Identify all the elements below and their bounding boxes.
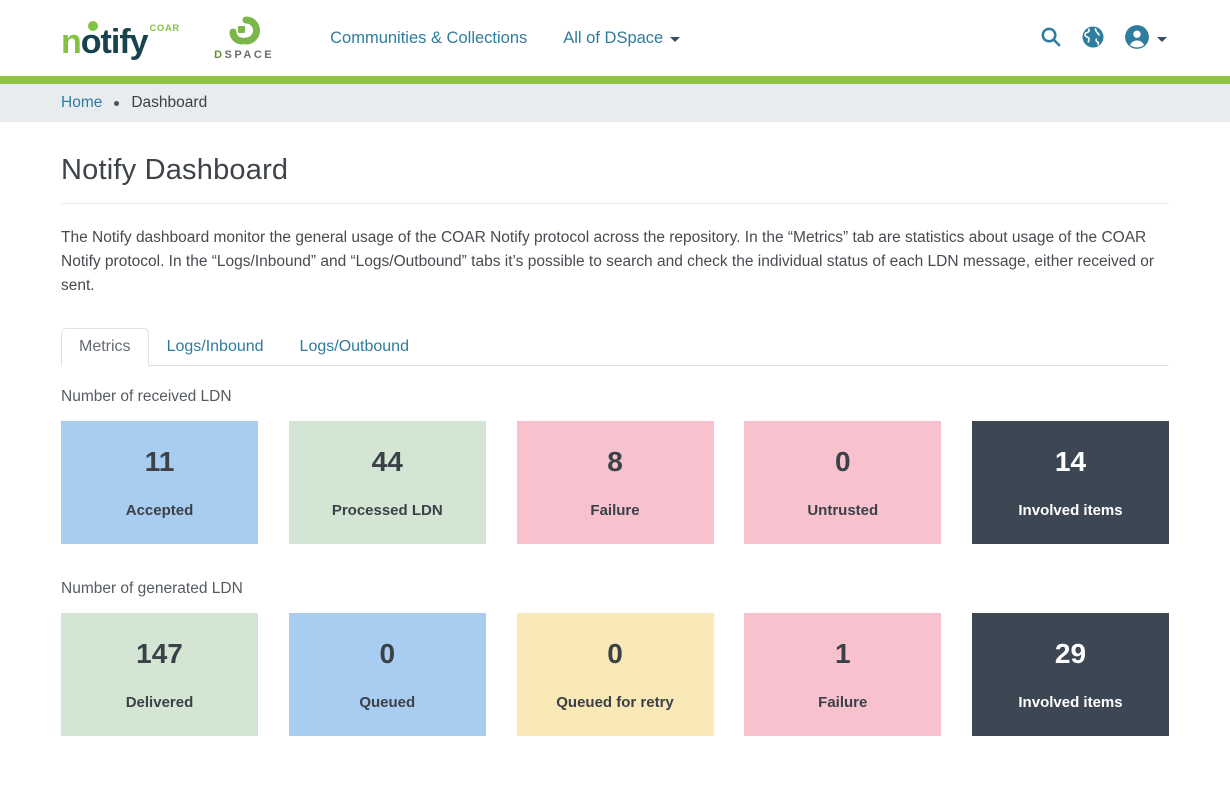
breadcrumb-home[interactable]: Home <box>61 94 102 112</box>
breadcrumb-separator <box>114 101 119 106</box>
metric-label: Queued <box>359 694 415 711</box>
page-title: Notify Dashboard <box>61 154 1169 187</box>
breadcrumb: Home Dashboard <box>0 84 1230 122</box>
user-menu-button[interactable] <box>1122 22 1169 55</box>
metric-card[interactable]: 44 Processed LDN <box>289 421 486 544</box>
accent-divider <box>0 76 1230 84</box>
metric-section: Number of generated LDN 147 Delivered 0 Queu… <box>61 580 1169 736</box>
tab-logs-inbound[interactable]: Logs/Inbound <box>149 328 282 366</box>
metric-card[interactable]: 147 Delivered <box>61 613 258 736</box>
metric-value: 8 <box>607 446 623 478</box>
metric-value: 0 <box>607 638 623 670</box>
metric-label: Untrusted <box>807 502 878 519</box>
metric-card[interactable]: 29 Involved items <box>972 613 1169 736</box>
metric-value: 44 <box>372 446 403 478</box>
chevron-down-icon <box>1157 37 1167 42</box>
dspace-logo[interactable]: DSPACE <box>214 16 274 61</box>
metric-value: 29 <box>1055 638 1086 670</box>
metric-card[interactable]: 1 Failure <box>744 613 941 736</box>
title-divider <box>61 203 1169 204</box>
nav-communities-collections[interactable]: Communities & Collections <box>330 29 527 48</box>
metric-label: Involved items <box>1018 502 1122 519</box>
metric-value: 11 <box>145 446 175 478</box>
metric-value: 1 <box>835 638 851 670</box>
section-heading: Number of generated LDN <box>61 580 1169 598</box>
metric-card[interactable]: 11 Accepted <box>61 421 258 544</box>
notify-coar-logo[interactable]: notify COAR <box>61 17 180 59</box>
user-icon <box>1124 24 1150 53</box>
breadcrumb-current: Dashboard <box>131 94 207 112</box>
notify-logo-n: n <box>61 23 81 61</box>
metric-value: 147 <box>136 638 183 670</box>
metric-label: Accepted <box>126 502 194 519</box>
top-navbar: notify COAR DSPACE Communities & Collect… <box>0 0 1230 76</box>
metric-card[interactable]: 0 Untrusted <box>744 421 941 544</box>
metric-card[interactable]: 14 Involved items <box>972 421 1169 544</box>
tab-logs-outbound[interactable]: Logs/Outbound <box>282 328 427 366</box>
language-button[interactable] <box>1079 23 1107 54</box>
globe-icon <box>1081 25 1105 52</box>
metric-label: Failure <box>590 502 639 519</box>
search-button[interactable] <box>1037 23 1064 53</box>
metric-label: Queued for retry <box>556 694 674 711</box>
metric-value: 14 <box>1055 446 1086 478</box>
search-icon <box>1039 25 1062 51</box>
main-content: Notify Dashboard The Notify dashboard mo… <box>0 154 1230 736</box>
metric-label: Processed LDN <box>332 502 443 519</box>
main-nav: Communities & Collections All of DSpace <box>330 29 680 48</box>
dashboard-tabs: Metrics Logs/Inbound Logs/Outbound <box>61 328 1169 366</box>
metrics-sections: Number of received LDN 11 Accepted 44 Proces… <box>61 388 1169 736</box>
navbar-actions <box>1037 22 1169 55</box>
metric-cards-row: 11 Accepted 44 Processed LDN 8 Failure 0 Untrus… <box>61 421 1169 544</box>
metric-label: Delivered <box>126 694 194 711</box>
metric-section: Number of received LDN 11 Accepted 44 Proces… <box>61 388 1169 544</box>
metric-card[interactable]: 0 Queued <box>289 613 486 736</box>
metric-card[interactable]: 0 Queued for retry <box>517 613 714 736</box>
chevron-down-icon <box>670 37 680 42</box>
dashboard-description: The Notify dashboard monitor the general… <box>61 226 1169 298</box>
dspace-wordmark: DSPACE <box>214 49 274 61</box>
metric-cards-row: 147 Delivered 0 Queued 0 Queued for retry 1 Fai… <box>61 613 1169 736</box>
metric-label: Failure <box>818 694 867 711</box>
notify-logo-coar: COAR <box>150 17 181 33</box>
tab-metrics[interactable]: Metrics <box>61 328 149 366</box>
section-heading: Number of received LDN <box>61 388 1169 406</box>
dspace-logo-icon <box>225 16 263 46</box>
notify-logo-dot <box>88 21 98 31</box>
nav-all-of-dspace[interactable]: All of DSpace <box>563 29 680 48</box>
metric-label: Involved items <box>1018 694 1122 711</box>
metric-value: 0 <box>835 446 851 478</box>
metric-value: 0 <box>379 638 395 670</box>
metric-card[interactable]: 8 Failure <box>517 421 714 544</box>
